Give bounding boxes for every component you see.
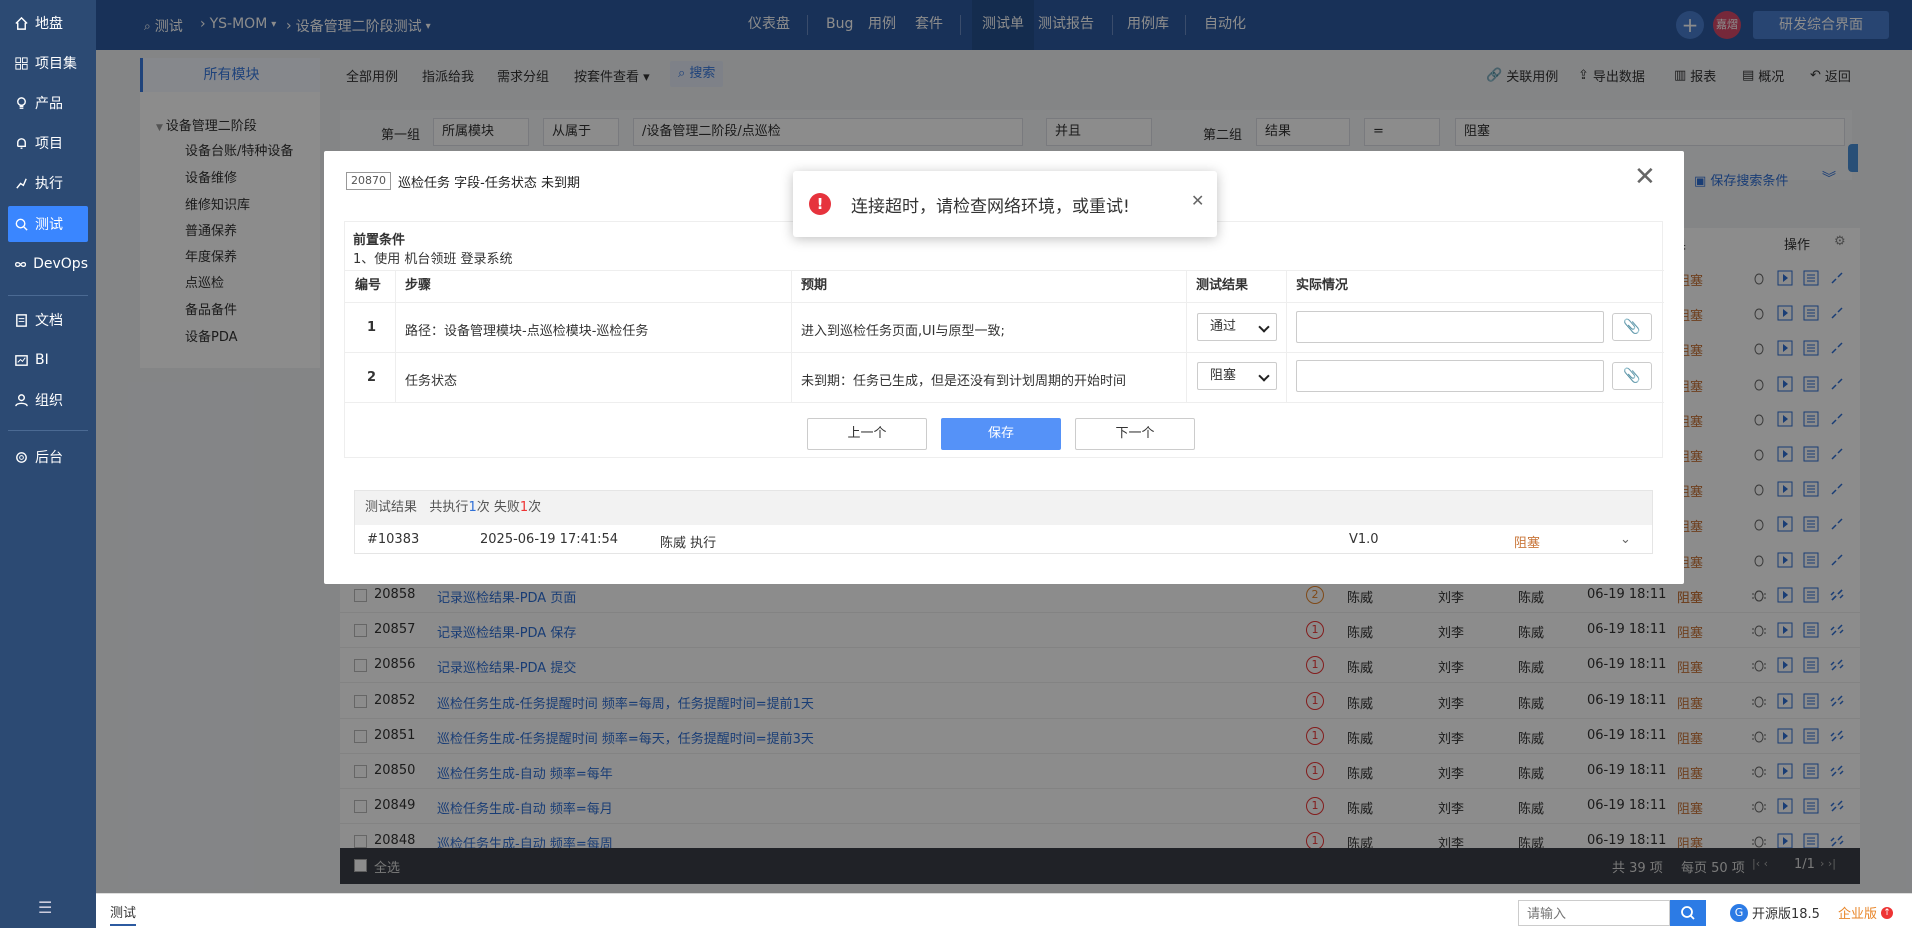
paperclip-icon: 📎 — [1623, 319, 1641, 335]
nav-label: 项目集 — [35, 56, 77, 72]
menu-collapse-icon[interactable]: ☰ — [38, 898, 52, 917]
result-id: #10383 — [367, 532, 420, 547]
paperclip-icon: 📎 — [1623, 368, 1641, 384]
nav-label: 产品 — [35, 96, 63, 112]
toast-close-icon[interactable]: ✕ — [1191, 191, 1204, 210]
nav-item-bi[interactable]: BI — [8, 342, 88, 378]
result-version: V1.0 — [1349, 532, 1379, 547]
step-expect: 进入到巡检任务页面,UI与原型一致; — [801, 324, 1005, 339]
precondition-text: 1、使用 机台领班 登录系统 — [353, 252, 513, 267]
step-desc: 任务状态 — [405, 374, 458, 389]
nav-label: BI — [35, 352, 49, 368]
nav-item-devops[interactable]: DevOps — [8, 246, 88, 282]
close-icon[interactable]: ✕ — [1634, 162, 1656, 192]
nav-item-project[interactable]: 项目 — [8, 125, 88, 161]
upgrade-icon: ↑ — [1881, 906, 1894, 919]
home-icon — [15, 16, 28, 30]
nav-divider — [8, 295, 88, 296]
zentao-logo-icon: G — [1730, 903, 1748, 922]
save-button[interactable]: 保存 — [941, 418, 1061, 450]
row-divider — [345, 402, 1664, 403]
nav-label: 执行 — [35, 176, 63, 192]
nav-item-dashboard[interactable]: 地盘 — [8, 5, 88, 41]
lightbulb-icon — [17, 96, 26, 109]
global-search-button[interactable] — [1670, 900, 1706, 926]
nav-label: 后台 — [35, 450, 63, 466]
step-no: 2 — [367, 370, 377, 385]
doc-icon — [16, 313, 27, 327]
infinity-icon — [15, 261, 27, 267]
step-desc: 路径：设备管理模块-点巡检模块-巡检任务 — [405, 324, 649, 339]
nav-item-execution[interactable]: 执行 — [8, 165, 88, 201]
col-no: 编号 — [355, 278, 382, 293]
next-case-button[interactable]: 下一个 — [1075, 418, 1195, 450]
left-nav: 地盘 项目集 产品 项目 执行 测试 DevOps 文档 BI 组织 后台 ☰ — [0, 0, 96, 928]
modal-title: 巡检任务 字段-任务状态 未到期 — [398, 176, 580, 191]
step-result-select[interactable]: 阻塞 — [1197, 362, 1277, 390]
col-divider — [1186, 270, 1187, 402]
attach-file-button[interactable]: 📎 — [1612, 362, 1652, 390]
actual-result-textarea[interactable] — [1296, 360, 1604, 392]
col-expect: 预期 — [801, 278, 828, 293]
results-summary: 测试结果 共执行1次 失败1次 — [355, 491, 1652, 525]
result-user: 陈威 执行 — [660, 536, 717, 551]
bottom-bar: 测试 G开源版18.5 企业版↑ — [96, 893, 1912, 928]
case-steps-box: 前置条件 1、使用 机台领班 登录系统 编号 步骤 预期 测试结果 实际情况 1… — [344, 221, 1664, 458]
chart-icon — [15, 354, 28, 366]
nav-label: 地盘 — [35, 16, 63, 32]
col-actual: 实际情况 — [1296, 278, 1349, 293]
col-divider — [395, 270, 396, 402]
nav-label: 文档 — [35, 313, 63, 329]
gear-icon — [16, 451, 27, 463]
actual-result-textarea[interactable] — [1296, 311, 1604, 343]
prev-case-button[interactable]: 上一个 — [807, 418, 927, 450]
nav-item-program[interactable]: 项目集 — [8, 45, 88, 81]
grid-icon — [15, 56, 28, 70]
row-divider — [345, 352, 1664, 353]
row-divider — [345, 302, 1664, 303]
expand-chevron-icon[interactable]: ⌄ — [1620, 532, 1631, 547]
nav-label: DevOps — [33, 256, 88, 272]
result-status: 阻塞 — [1514, 536, 1541, 551]
bottom-tab-test[interactable]: 测试 — [110, 902, 137, 926]
toast-message: 连接超时，请检查网络环境，或重试! — [851, 197, 1130, 217]
precondition-label: 前置条件 — [353, 233, 406, 248]
results-history: 测试结果 共执行1次 失败1次 #10383 2025-06-19 17:41:… — [354, 490, 1653, 554]
run-icon — [16, 178, 27, 189]
nav-label: 组织 — [35, 393, 63, 409]
col-divider — [791, 270, 792, 402]
error-icon: ! — [809, 193, 831, 215]
result-time: 2025-06-19 17:41:54 — [480, 532, 619, 547]
row-divider — [345, 270, 1664, 271]
nav-item-test[interactable]: 测试 — [8, 206, 88, 242]
nav-item-doc[interactable]: 文档 — [8, 302, 88, 338]
step-expect: 未到期：任务已生成，但是还没有到计划周期的开始时间 — [801, 374, 1127, 389]
col-result: 测试结果 — [1196, 278, 1249, 293]
version-info[interactable]: G 开源版18.5 — [1730, 903, 1820, 922]
step-no: 1 — [367, 320, 377, 335]
col-step: 步骤 — [405, 278, 432, 293]
bell-icon — [17, 137, 26, 149]
col-divider — [1286, 270, 1287, 402]
global-search-input[interactable] — [1518, 900, 1670, 926]
nav-label: 测试 — [35, 217, 63, 233]
search-icon — [1681, 906, 1695, 920]
enterprise-link[interactable]: 企业版 ↑ — [1838, 903, 1894, 922]
attach-file-button[interactable]: 📎 — [1612, 313, 1652, 341]
nav-item-org[interactable]: 组织 — [8, 382, 88, 418]
user-icon — [15, 393, 28, 406]
error-toast: ! 连接超时，请检查网络环境，或重试! ✕ — [793, 171, 1217, 237]
nav-label: 项目 — [35, 136, 63, 152]
nav-item-admin[interactable]: 后台 — [8, 439, 88, 475]
nav-item-product[interactable]: 产品 — [8, 85, 88, 121]
nav-divider — [8, 430, 88, 431]
step-result-select[interactable]: 通过 — [1197, 313, 1277, 341]
case-id-badge: 20870 — [346, 172, 391, 190]
search-icon — [15, 218, 28, 231]
